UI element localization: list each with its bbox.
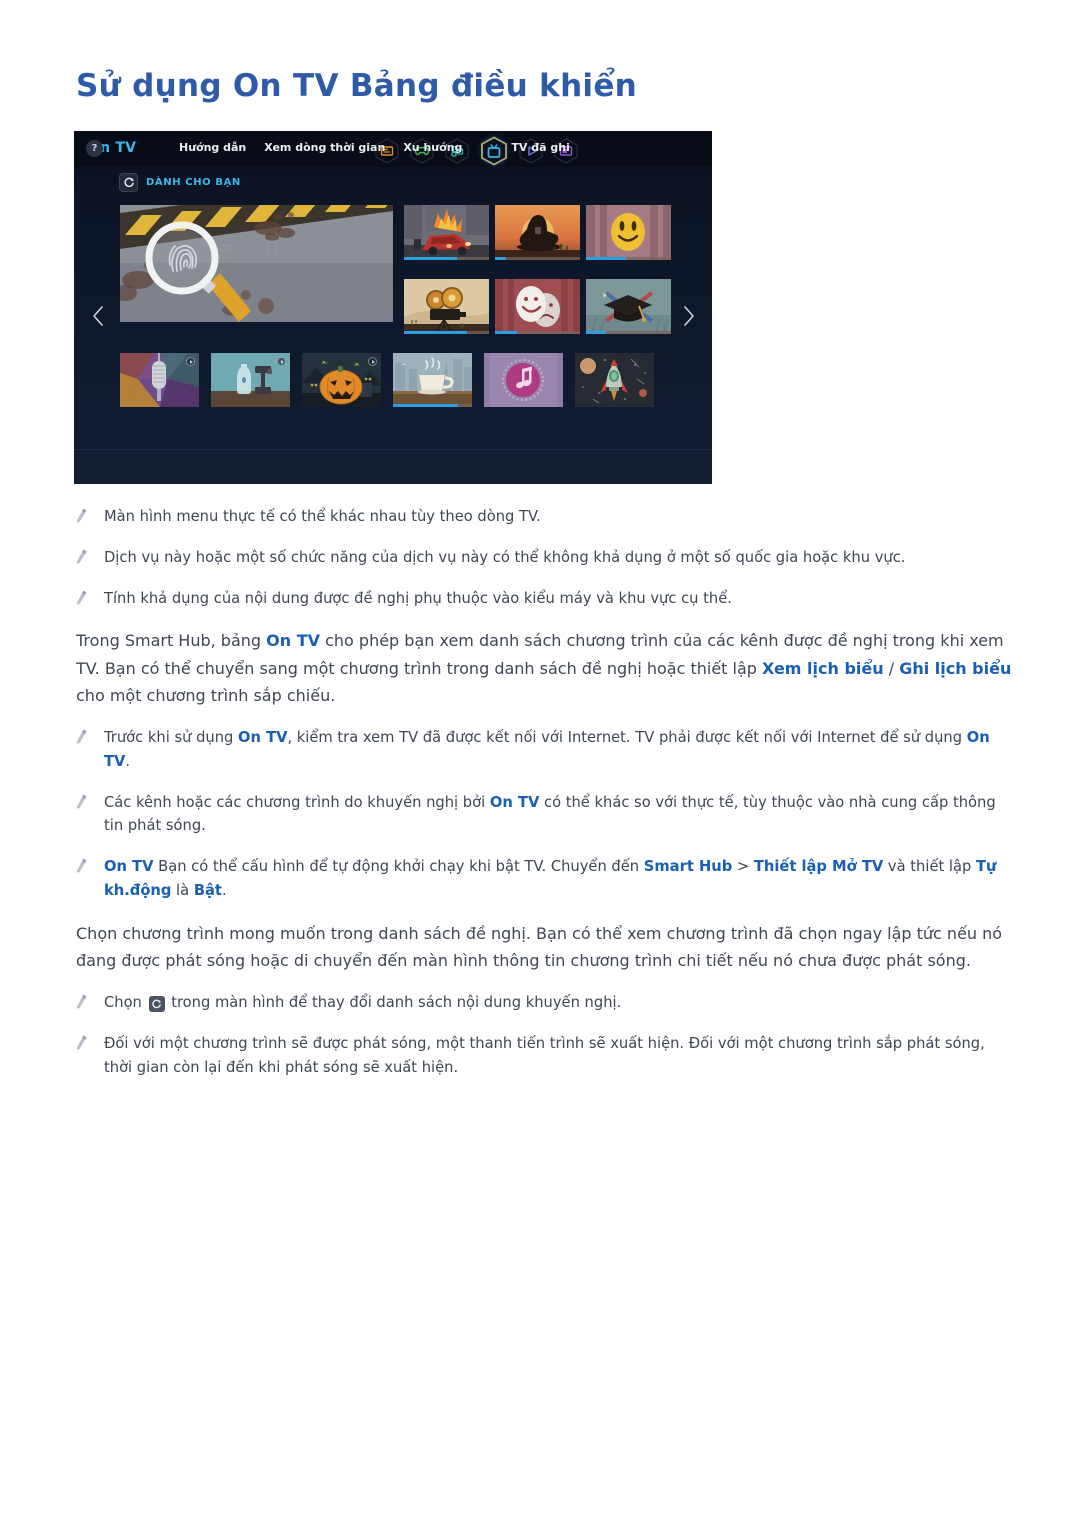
note-m3-open-tv-settings: Thiết lập Mở TV <box>753 858 884 876</box>
note-item: Đối với một chương trình sẽ được phát só… <box>76 1032 1012 1080</box>
refresh-icon <box>148 996 165 1013</box>
pencil-icon <box>76 505 104 528</box>
tile-halloween-pumpkin[interactable] <box>302 353 381 407</box>
tile-film-camera[interactable] <box>404 279 489 334</box>
para1-ontv-1: On TV <box>266 631 321 651</box>
tile-microphone[interactable] <box>120 353 199 407</box>
note-m1-b1: On TV <box>238 728 288 746</box>
tile-progress-bar <box>393 404 472 407</box>
chevron-left-icon[interactable] <box>89 303 107 329</box>
note-text: Màn hình menu thực tế có thể khác nhau t… <box>104 508 541 525</box>
tv-bottom-bar <box>74 449 712 484</box>
tile-progress-bar <box>586 331 671 334</box>
bottom-link-trending[interactable]: Xu hướng <box>403 141 462 154</box>
tile-graduation-cap[interactable] <box>586 279 671 334</box>
note-m3-on: Bật <box>193 882 222 900</box>
tile-crime-scene[interactable] <box>120 205 393 322</box>
note-m1-p1: Trước khi sử dụng <box>104 728 239 746</box>
para1-part3: cho một chương trình sắp chiếu. <box>76 686 336 706</box>
bottom-link-timeline[interactable]: Xem dòng thời gian <box>264 141 385 154</box>
pencil-icon <box>76 726 104 749</box>
refresh-icon[interactable] <box>119 173 138 192</box>
tile-music-note[interactable] <box>484 353 563 407</box>
pencil-icon <box>76 546 104 569</box>
tile-fitness-bottle[interactable] <box>211 353 290 407</box>
tile-rocket-space[interactable] <box>575 353 654 407</box>
note-text: Trước khi sử dụng On TV, kiểm tra xem TV… <box>104 726 1012 774</box>
note-item: Chọn trong màn hình để thay đổi danh sác… <box>76 991 1012 1015</box>
tile-progress-bar <box>495 257 580 260</box>
bottom-links: Hướng dẫn Xem dòng thời gian Xu hướng TV… <box>179 141 570 154</box>
note-text: Các kênh hoặc các chương trình do khuyến… <box>104 791 1012 839</box>
note-item: Màn hình menu thực tế có thể khác nhau t… <box>76 505 1012 529</box>
note-item: Trước khi sử dụng On TV, kiểm tra xem TV… <box>76 726 1012 774</box>
on-tv-dashboard-screenshot: On TV DÀNH CHO BẠN ? Hướng dẫn Xem dòng … <box>74 131 712 484</box>
pencil-icon <box>76 855 104 878</box>
tile-coffee-cup[interactable] <box>393 353 472 407</box>
note-text: Chọn trong màn hình để thay đổi danh sác… <box>104 991 621 1015</box>
note-text: Tính khả dụng của nội dung được đề nghị … <box>104 589 732 607</box>
tile-progress-bar <box>404 257 489 260</box>
chevron-right-icon[interactable] <box>680 303 698 329</box>
para1-separator: / <box>883 658 900 678</box>
note-m1-p2: , kiểm tra xem TV đã được kết nối với In… <box>287 728 967 746</box>
help-icon[interactable]: ? <box>86 140 103 157</box>
for-you-section-header: DÀNH CHO BẠN <box>119 173 241 192</box>
bottom-link-recorded-tv[interactable]: TV đã ghi <box>511 141 569 154</box>
tile-western-hat[interactable] <box>495 205 580 260</box>
pencil-icon <box>76 991 104 1014</box>
note-item: On TV Bạn có thể cấu hình để tự động khở… <box>76 855 1012 903</box>
para1-schedule-record: Ghi lịch biểu <box>899 658 1012 678</box>
note-m1-p3: . <box>125 752 131 770</box>
note-item: Dịch vụ này hoặc một số chức năng của dị… <box>76 546 1012 570</box>
note-text: Đối với một chương trình sẽ được phát só… <box>104 1034 985 1076</box>
pencil-icon <box>76 791 104 814</box>
paragraph-select-program: Chọn chương trình mong muốn trong danh s… <box>76 923 1003 971</box>
tile-car-explosion[interactable] <box>404 205 489 260</box>
tile-progress-bar <box>586 257 671 260</box>
note-m3-p4: là <box>171 882 194 900</box>
tile-progress-bar <box>404 331 489 334</box>
para1-part1: Trong Smart Hub, bảng <box>76 631 267 651</box>
note-m3-p5: . <box>221 882 227 900</box>
para1-schedule-view: Xem lịch biểu <box>762 658 884 678</box>
page-root: Sử dụng On TV Bảng điều khiển On TV DÀNH… <box>0 0 1080 1527</box>
bottom-link-guide[interactable]: Hướng dẫn <box>179 141 246 154</box>
tile-progress-bar <box>495 331 580 334</box>
note-m3-p3: và thiết lập <box>883 858 976 876</box>
note-item: Tính khả dụng của nội dung được đề nghị … <box>76 587 1012 611</box>
pencil-icon <box>76 587 104 610</box>
note-m2-b1: On TV <box>489 793 540 811</box>
note-m3-b1: On TV <box>104 858 154 876</box>
body-content: Màn hình menu thực tế có thể khác nhau t… <box>76 505 1012 1096</box>
paragraph-intro: Trong Smart Hub, bảng On TV cho phép bạn… <box>76 627 1012 710</box>
note-text: On TV Bạn có thể cấu hình để tự động khở… <box>104 855 1012 903</box>
note-m2-p1: Các kênh hoặc các chương trình do khuyến… <box>104 793 490 811</box>
note-m3-smart-hub: Smart Hub <box>643 858 733 876</box>
note-item: Các kênh hoặc các chương trình do khuyến… <box>76 791 1012 839</box>
note-b1-p2: trong màn hình để thay đổi danh sách nội… <box>166 993 622 1011</box>
play-badge-icon <box>277 357 286 366</box>
on-tv-icon[interactable] <box>479 135 509 167</box>
page-title: Sử dụng On TV Bảng điều khiển <box>76 68 638 104</box>
for-you-label: DÀNH CHO BẠN <box>146 177 241 188</box>
note-m3-p1: Bạn có thể cấu hình để tự động khởi chạy… <box>153 858 644 876</box>
tile-drama-masks[interactable] <box>495 279 580 334</box>
note-b1-p1: Chọn <box>104 993 147 1011</box>
note-text: Dịch vụ này hoặc một số chức năng của dị… <box>104 548 906 566</box>
note-m3-p2: > <box>732 858 754 876</box>
play-badge-icon <box>186 357 195 366</box>
pencil-icon <box>76 1032 104 1055</box>
tile-smiley-comedy[interactable] <box>586 205 671 260</box>
play-badge-icon <box>368 357 377 366</box>
